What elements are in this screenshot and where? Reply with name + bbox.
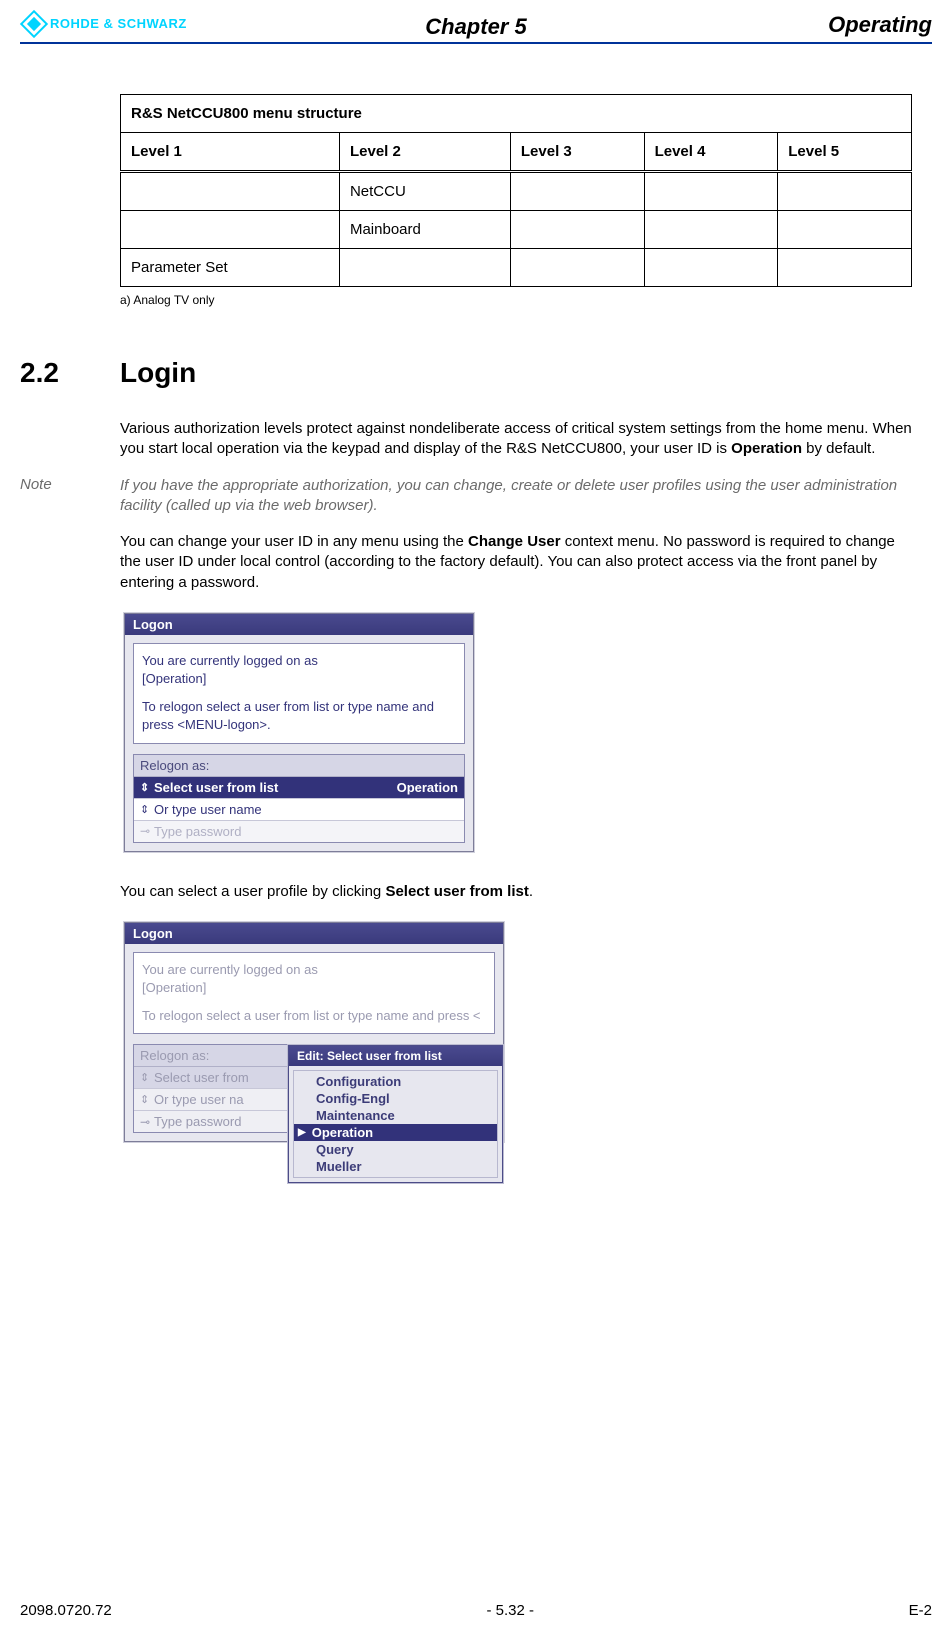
table-header-level4: Level 4 (644, 133, 778, 172)
section-number: 2.2 (20, 357, 120, 389)
updown-icon: ⇕ (140, 803, 154, 816)
type-user-name-row[interactable]: ⇕ Or type user name (134, 799, 464, 821)
popup-item-maintenance[interactable]: Maintenance (294, 1107, 497, 1124)
popup-item-query[interactable]: Query (294, 1141, 497, 1158)
footer-right: E-2 (909, 1602, 932, 1619)
table-header-level2: Level 2 (339, 133, 510, 172)
select-user-from-list-row[interactable]: ⇕ Select user from list Operation (134, 777, 464, 799)
page-footer: 2098.0720.72 - 5.32 - E-2 (20, 1602, 932, 1619)
popup-item-configuration[interactable]: Configuration (294, 1073, 497, 1090)
table-row: Parameter Set (121, 249, 912, 287)
table-header-level5: Level 5 (778, 133, 912, 172)
type-password-row[interactable]: Type password (134, 821, 464, 842)
logon-title: Logon (125, 923, 503, 944)
note-text: If you have the appropriate authorizatio… (120, 476, 912, 517)
updown-icon: ⇕ (140, 1093, 154, 1106)
key-icon (140, 1115, 154, 1129)
edit-select-user-popup: Edit: Select user from list Configuratio… (288, 1045, 503, 1183)
logon-title: Logon (125, 614, 473, 635)
updown-icon: ⇕ (140, 1071, 154, 1084)
footer-center: - 5.32 - (486, 1602, 534, 1619)
popup-item-config-engl[interactable]: Config-Engl (294, 1090, 497, 1107)
table-header-level1: Level 1 (121, 133, 340, 172)
table-title: R&S NetCCU800 menu structure (121, 95, 912, 133)
note-label: Note (20, 476, 120, 517)
table-footnote: a) Analog TV only (120, 293, 912, 307)
table-row: Mainboard (121, 211, 912, 249)
paragraph-3: You can select a user profile by clickin… (120, 882, 912, 902)
table-header-level3: Level 3 (510, 133, 644, 172)
updown-icon: ⇕ (140, 781, 154, 794)
popup-item-operation[interactable]: Operation (294, 1124, 497, 1141)
section-title: Login (120, 357, 196, 388)
popup-item-mueller[interactable]: Mueller (294, 1158, 497, 1175)
relogon-header: Relogon as: (134, 755, 464, 777)
paragraph-1: Various authorization levels protect aga… (120, 419, 912, 460)
logon-info-box: You are currently logged on as [Operatio… (133, 952, 495, 1035)
logon-info-box: You are currently logged on as [Operatio… (133, 643, 465, 744)
table-row: NetCCU (121, 172, 912, 211)
chapter-label: Chapter 5 (0, 14, 952, 40)
section-heading: 2.2Login (20, 357, 912, 389)
relogon-box: Relogon as: ⇕ Select user from list Oper… (133, 754, 465, 843)
paragraph-2: You can change your user ID in any menu … (120, 532, 912, 593)
menu-structure-table: R&S NetCCU800 menu structure Level 1 Lev… (120, 94, 912, 287)
key-icon (140, 824, 154, 838)
popup-title: Edit: Select user from list (289, 1046, 502, 1066)
logon-panel: Logon You are currently logged on as [Op… (124, 613, 474, 852)
logon-panel-with-popup: Logon You are currently logged on as [Op… (124, 922, 504, 1143)
footer-left: 2098.0720.72 (20, 1602, 112, 1619)
